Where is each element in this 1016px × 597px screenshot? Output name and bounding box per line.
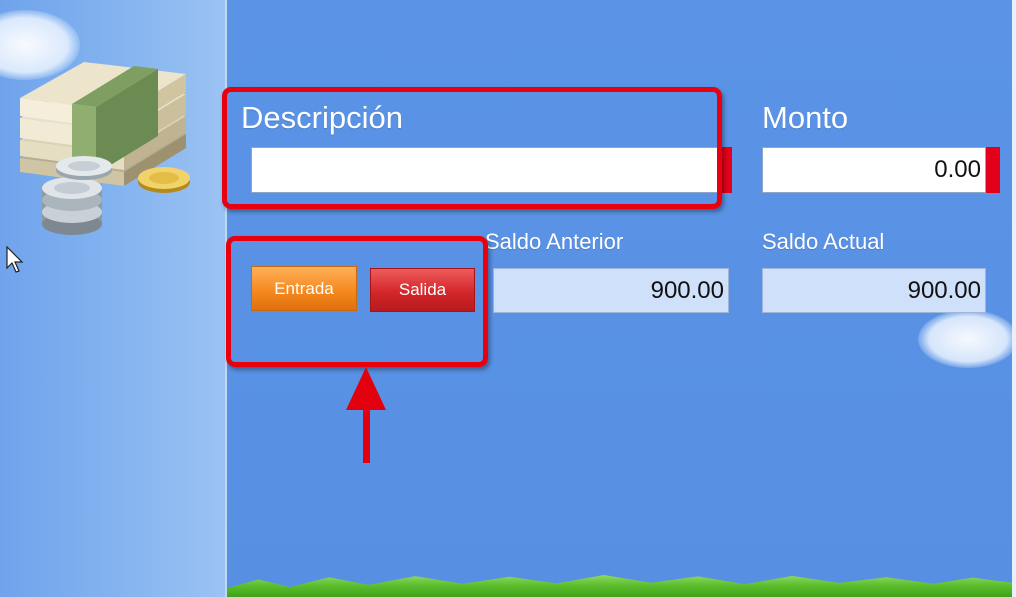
annotation-box-buttons — [226, 236, 488, 367]
money-stack-icon — [20, 62, 190, 235]
monto-input[interactable] — [762, 147, 986, 193]
saldo-anterior-field[interactable] — [493, 268, 729, 313]
annotation-box-descripcion — [222, 87, 722, 209]
saldo-actual-label: Saldo Actual — [762, 229, 885, 254]
saldo-actual-field[interactable] — [762, 268, 986, 313]
cloud-decoration — [918, 310, 1016, 368]
window-edge — [1012, 0, 1016, 597]
mouse-pointer-icon — [6, 246, 24, 273]
monto-label: Monto — [762, 100, 849, 135]
saldo-anterior-label: Saldo Anterior — [485, 229, 624, 254]
monto-required-marker — [986, 147, 1000, 193]
